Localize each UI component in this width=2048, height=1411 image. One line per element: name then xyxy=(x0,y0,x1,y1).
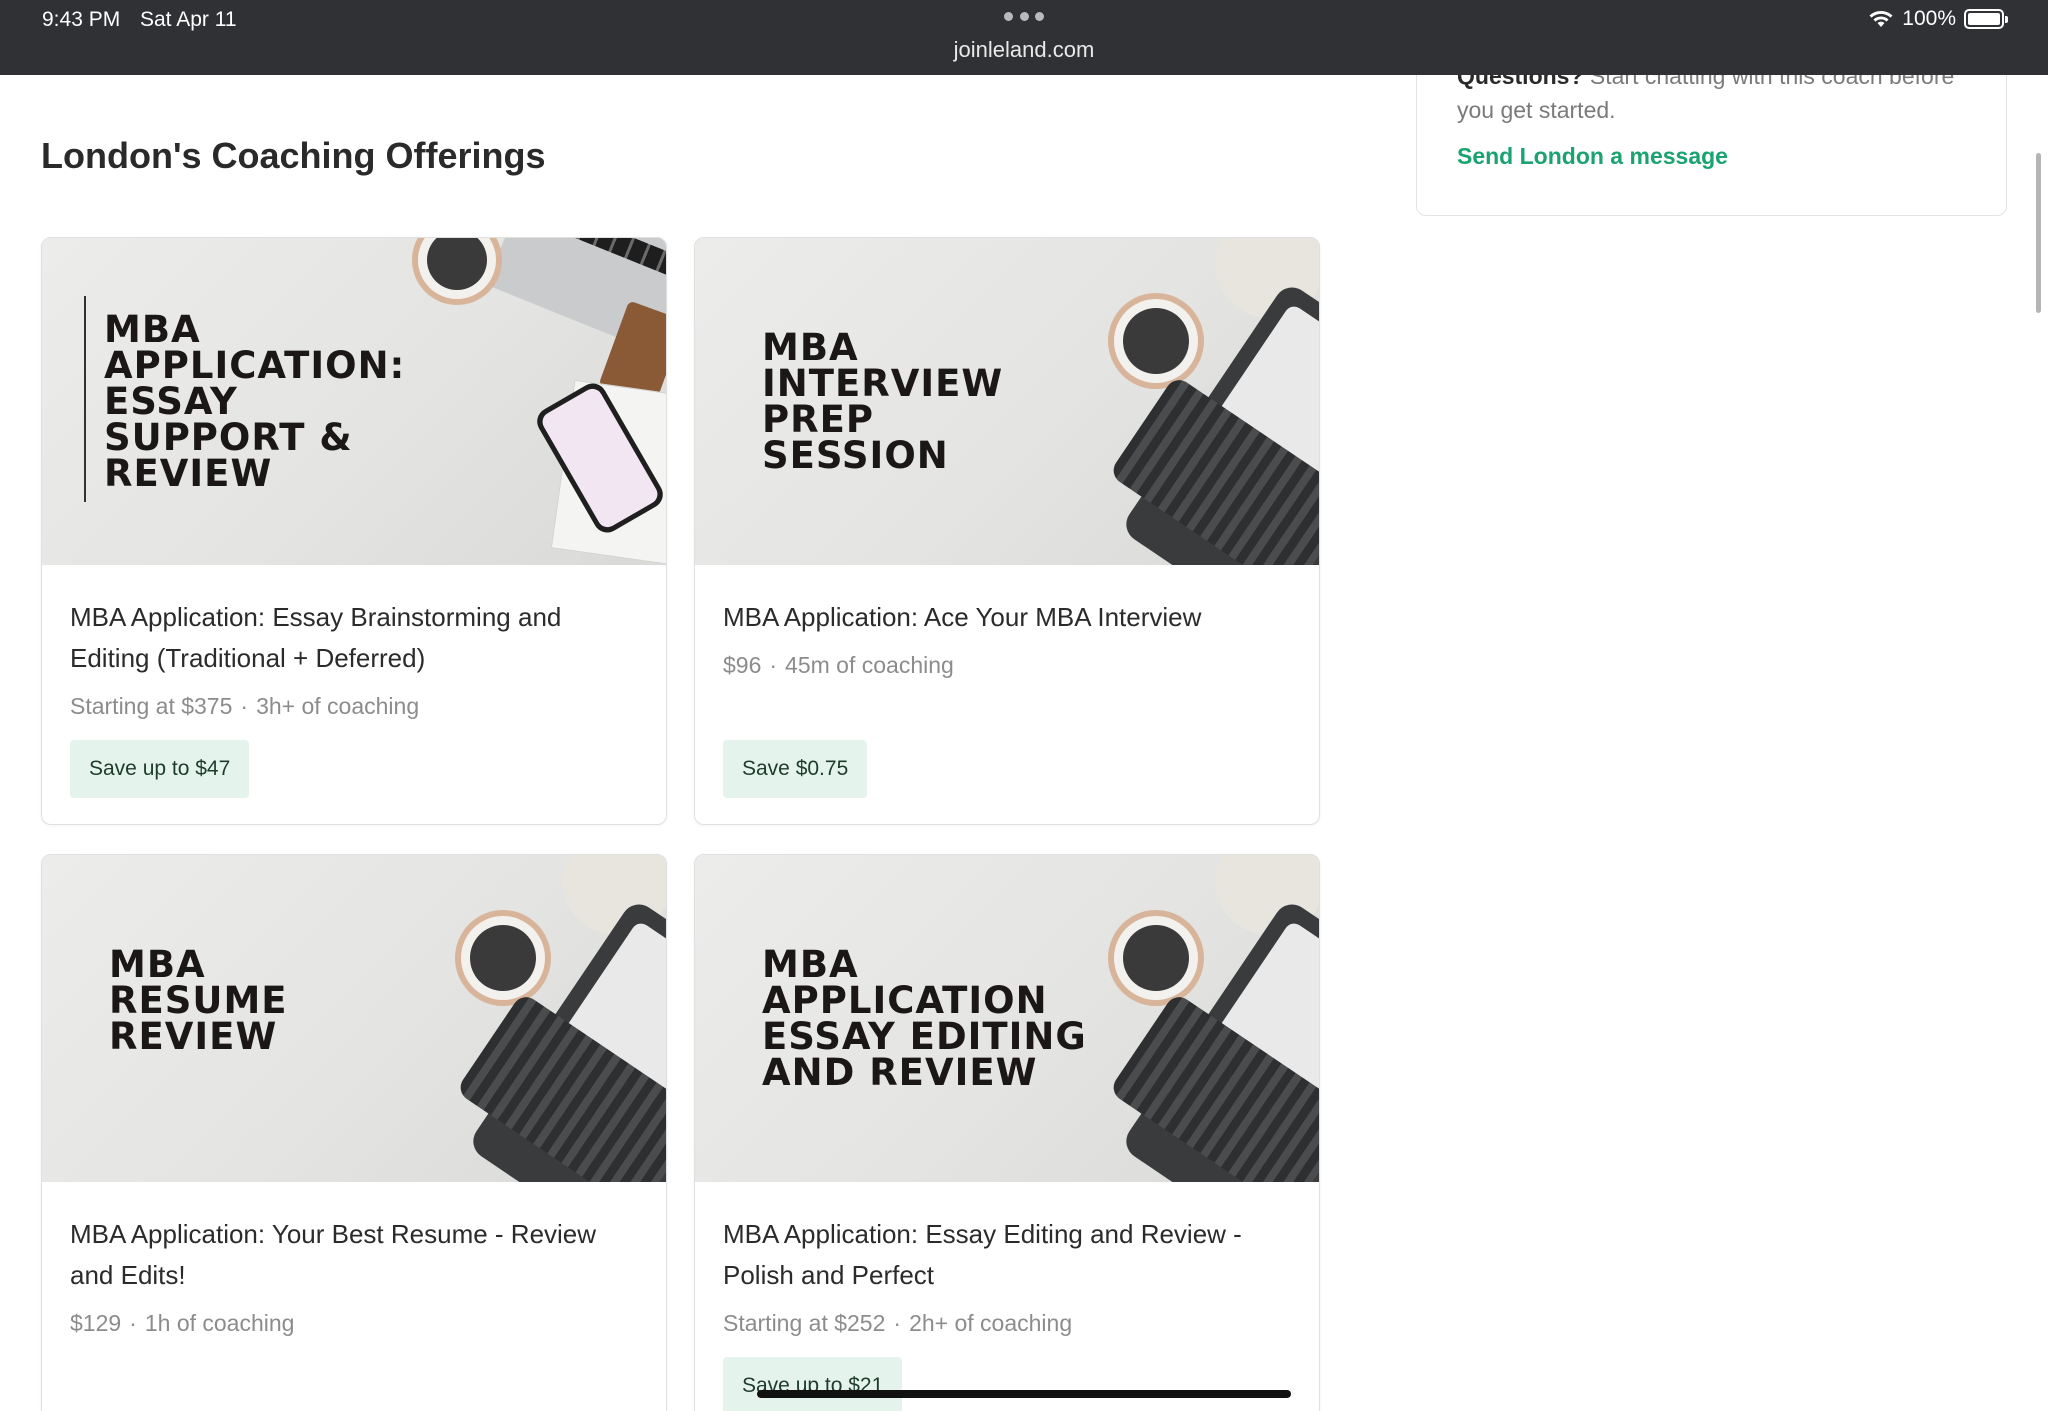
offering-card[interactable]: MBA APPLICATION ESSAY EDITING AND REVIEW… xyxy=(694,854,1320,1411)
offering-title[interactable]: MBA Application: Essay Editing and Revie… xyxy=(723,1214,1291,1296)
offering-title[interactable]: MBA Application: Ace Your MBA Interview xyxy=(723,597,1291,638)
date: Sat Apr 11 xyxy=(140,8,237,31)
offering-card[interactable]: MBA APPLICATION: ESSAY SUPPORT & REVIEW … xyxy=(41,237,667,825)
offering-card[interactable]: MBA INTERVIEW PREP SESSION MBA Applicati… xyxy=(694,237,1320,825)
savings-badge: Save $0.75 xyxy=(723,740,868,798)
wifi-icon xyxy=(1869,11,1893,27)
savings-badge: Save up to $47 xyxy=(70,740,250,798)
battery-percent: 100% xyxy=(1902,7,1956,30)
send-message-link[interactable]: Send London a message xyxy=(1457,143,1728,170)
offering-title[interactable]: MBA Application: Essay Brainstorming and… xyxy=(70,597,638,679)
page-content: Questions? Start chatting with this coac… xyxy=(0,75,2048,1411)
page-title: London's Coaching Offerings xyxy=(41,135,546,176)
more-dots-icon[interactable] xyxy=(1004,12,1044,24)
home-indicator[interactable] xyxy=(757,1390,1291,1398)
clock: 9:43 PM xyxy=(42,8,121,31)
offering-meta: Starting at $375 · 3h+ of coaching xyxy=(70,693,420,719)
offering-image: MBA RESUME REVIEW xyxy=(42,855,666,1182)
questions-text: Questions? Start chatting with this coac… xyxy=(1457,75,1955,123)
offering-card[interactable]: MBA RESUME REVIEW MBA Application: Your … xyxy=(41,854,667,1411)
offering-image: MBA APPLICATION: ESSAY SUPPORT & REVIEW xyxy=(42,238,666,565)
status-bar: 9:43 PM Sat Apr 11 joinleland.com 100% xyxy=(0,0,2048,75)
offering-meta: $96 · 45m of coaching xyxy=(723,652,954,678)
address-bar-url[interactable]: joinleland.com xyxy=(0,37,2048,63)
offering-image: MBA INTERVIEW PREP SESSION xyxy=(695,238,1319,565)
status-indicators: 100% xyxy=(1868,7,2008,31)
savings-badge: Save up to $21 xyxy=(723,1357,903,1411)
offering-meta: Starting at $252 · 2h+ of coaching xyxy=(723,1310,1073,1336)
battery-icon xyxy=(1964,9,2008,29)
offering-title[interactable]: MBA Application: Your Best Resume - Revi… xyxy=(70,1214,638,1296)
offering-image: MBA APPLICATION ESSAY EDITING AND REVIEW xyxy=(695,855,1319,1182)
scrollbar[interactable] xyxy=(2036,153,2041,313)
coach-message-card: Questions? Start chatting with this coac… xyxy=(1416,75,2007,216)
offering-meta: $129 · 1h of coaching xyxy=(70,1310,295,1336)
